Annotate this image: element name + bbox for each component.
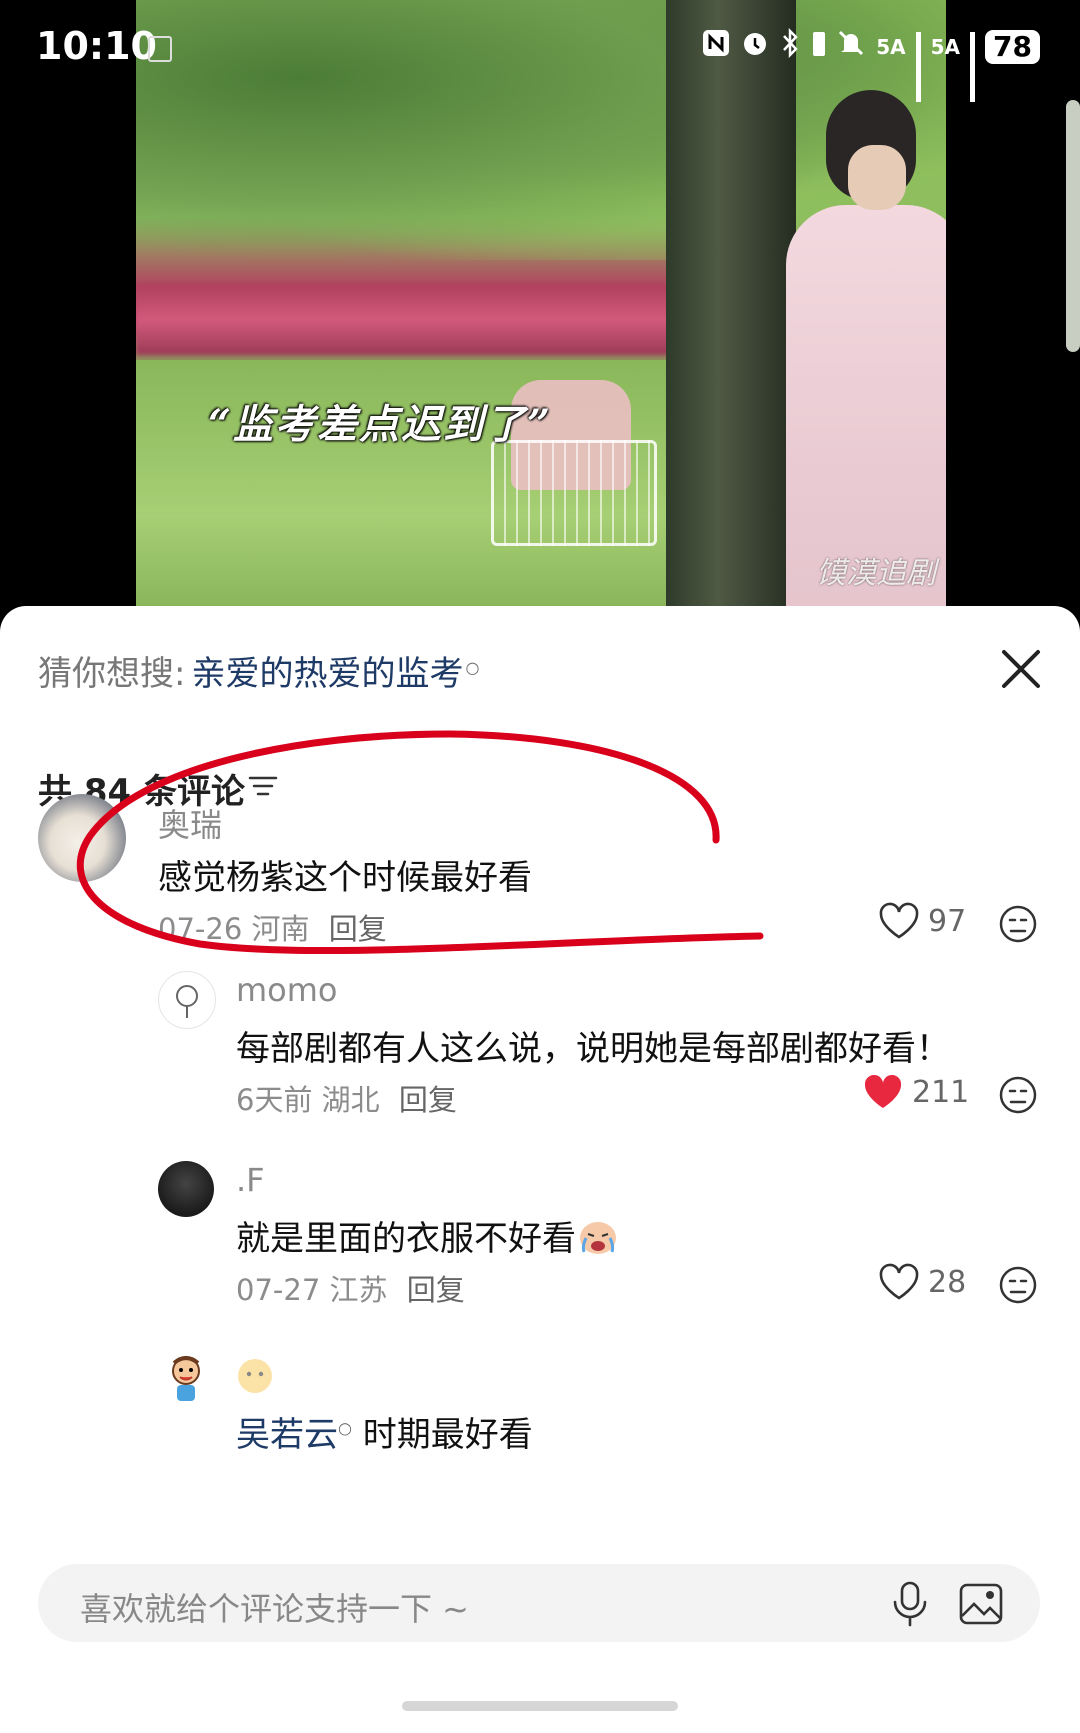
reply-button[interactable]: 回复 xyxy=(329,912,387,946)
heart-icon xyxy=(879,1263,919,1300)
dislike-face-icon[interactable] xyxy=(998,904,1038,944)
comment-text: 每部剧都有人这么说，说明她是每部剧都好看！ xyxy=(236,1029,950,1069)
signal-icon-1 xyxy=(915,31,921,102)
dislike-face-icon[interactable] xyxy=(998,1265,1038,1305)
bluetooth-icon xyxy=(780,27,802,65)
network-label-2: 5A xyxy=(930,34,961,59)
mention-link[interactable]: 吴若云○ xyxy=(236,1415,352,1455)
microphone-icon[interactable] xyxy=(890,1580,930,1628)
like-button[interactable]: 97 xyxy=(878,902,966,940)
comment-text-content: 时期最好看 xyxy=(362,1415,533,1455)
status-time: 10:10 xyxy=(36,24,157,68)
heart-filled-icon xyxy=(864,1074,902,1108)
neutral-emoji-icon xyxy=(236,1357,274,1399)
comment-author[interactable]: .F xyxy=(236,1161,265,1199)
comment-date: 6天前 xyxy=(236,1083,313,1117)
comment-meta: 6天前 湖北 回复 xyxy=(236,1077,457,1119)
avatar[interactable] xyxy=(38,794,126,882)
avatar[interactable] xyxy=(158,1161,214,1217)
bike-basket xyxy=(491,440,657,546)
comment-text-content: 就是里面的衣服不好看 xyxy=(236,1219,576,1259)
comment-item: momo 每部剧都有人这么说，说明她是每部剧都好看！ 6天前 湖北 回复 211 xyxy=(0,971,1080,1151)
status-bar: 10:10 5A 5A 78 xyxy=(0,0,1080,102)
avatar[interactable] xyxy=(158,971,216,1029)
alarm-icon xyxy=(740,28,770,65)
battery-icon: 78 xyxy=(985,29,1040,64)
comment-date: 07-26 xyxy=(158,912,243,946)
search-suggestion[interactable]: 猜你想搜: 亲爱的热爱的监考 ○ xyxy=(38,646,479,695)
mention-name[interactable]: 吴若云 xyxy=(236,1415,338,1455)
suggestion-label: 猜你想搜: xyxy=(38,654,186,694)
like-count: 28 xyxy=(928,1264,967,1300)
comment-input[interactable]: 喜欢就给个评论支持一下 ~ xyxy=(38,1564,1040,1642)
like-button[interactable]: 211 xyxy=(862,1073,969,1111)
close-icon[interactable] xyxy=(998,646,1044,692)
sim-icon xyxy=(148,36,172,62)
comment-text: 就是里面的衣服不好看 xyxy=(236,1211,620,1265)
comment-text: 吴若云○ 时期最好看 xyxy=(236,1407,533,1456)
comment-date: 07-27 xyxy=(236,1273,321,1307)
like-count: 97 xyxy=(928,903,967,939)
avatar[interactable] xyxy=(158,1351,214,1407)
comment-input-placeholder: 喜欢就给个评论支持一下 ~ xyxy=(80,1590,469,1628)
comment-sheet: 猜你想搜: 亲爱的热爱的监考 ○ 共 84 条评论 奥瑞 感觉杨紫这个时候最好看 0… xyxy=(0,606,1080,1733)
comment-text: 感觉杨紫这个时候最好看 xyxy=(158,858,532,898)
comment-item: .F 就是里面的衣服不好看 07-27 江苏 回复 28 xyxy=(0,1161,1080,1341)
comment-author[interactable]: 奥瑞 xyxy=(158,800,222,846)
comment-meta: 07-26 河南 回复 xyxy=(158,906,387,948)
person-figure xyxy=(786,90,946,620)
image-icon[interactable] xyxy=(958,1582,1004,1626)
comment-location: 江苏 xyxy=(329,1273,388,1307)
battery-saver-icon xyxy=(812,28,826,65)
like-button[interactable]: 28 xyxy=(878,1263,966,1301)
video-watermark: 馍漠追剧 xyxy=(816,556,936,591)
side-handle[interactable] xyxy=(1066,100,1080,352)
search-icon: ○ xyxy=(338,1418,352,1438)
heart-icon xyxy=(879,902,919,939)
network-label-1: 5A xyxy=(876,34,906,59)
search-icon: ○ xyxy=(465,657,480,677)
comment-meta: 07-27 江苏 回复 xyxy=(236,1267,465,1309)
crying-emoji-icon xyxy=(576,1216,620,1265)
home-indicator[interactable] xyxy=(402,1701,678,1711)
dislike-face-icon[interactable] xyxy=(998,1075,1038,1115)
reply-button[interactable]: 回复 xyxy=(399,1083,457,1117)
comment-item: 吴若云○ 时期最好看 xyxy=(0,1351,1080,1461)
reply-button[interactable]: 回复 xyxy=(407,1273,465,1307)
comment-location: 湖北 xyxy=(321,1083,380,1117)
suggestion-term[interactable]: 亲爱的热爱的监考 xyxy=(191,654,463,694)
comment-item: 奥瑞 感觉杨紫这个时候最好看 07-26 河南 回复 97 xyxy=(0,786,1080,966)
signal-icon-2 xyxy=(970,31,976,102)
comment-author[interactable]: momo xyxy=(236,971,338,1009)
mute-icon xyxy=(836,28,866,65)
nfc-icon xyxy=(702,29,730,64)
like-count: 211 xyxy=(912,1074,970,1110)
comment-location: 河南 xyxy=(251,912,310,946)
video-subtitle: “监考差点迟到了” xyxy=(208,401,553,448)
